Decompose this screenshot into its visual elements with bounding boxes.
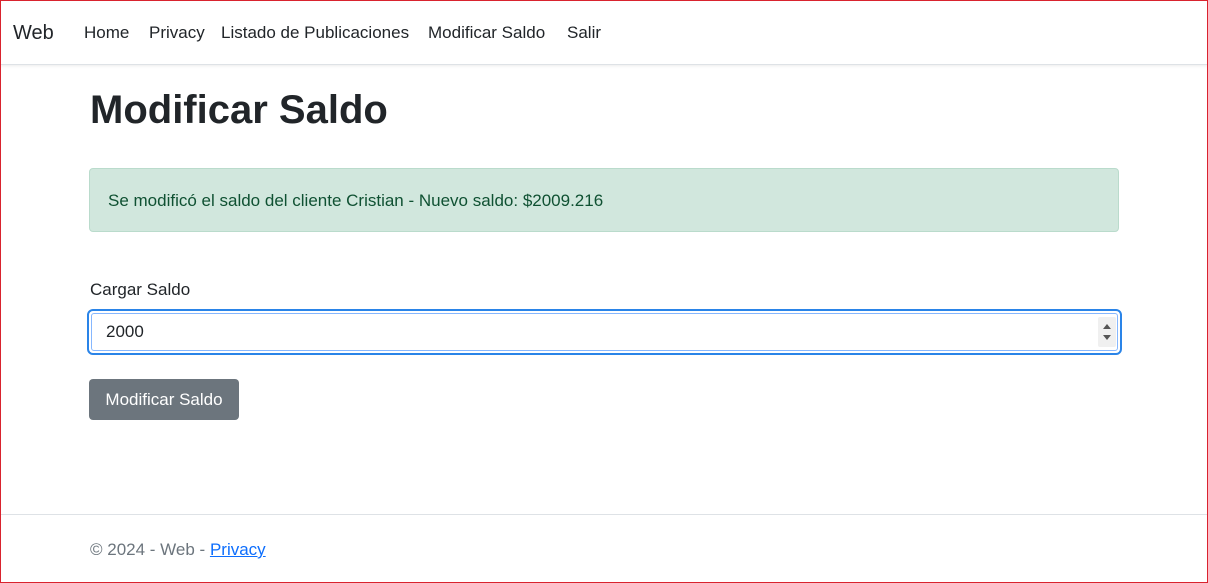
saldo-input[interactable] [91,313,1118,351]
footer-text: © 2024 - Web - Privacy [90,539,266,561]
nav-link-salir[interactable]: Salir [567,22,601,44]
saldo-input-focus-ring [87,309,1122,355]
top-navbar: Web Home Privacy Listado de Publicacione… [0,0,1208,65]
nav-link-modificar-saldo[interactable]: Modificar Saldo [428,22,545,44]
navbar-brand[interactable]: Web [13,20,54,46]
nav-link-home[interactable]: Home [84,22,129,44]
footer-privacy-link[interactable]: Privacy [210,540,266,559]
cargar-saldo-label: Cargar Saldo [90,280,191,299]
success-alert: Se modificó el saldo del cliente Cristia… [89,168,1119,232]
footer: © 2024 - Web - Privacy [0,514,1208,583]
number-spinner[interactable] [1098,317,1116,347]
nav-link-privacy[interactable]: Privacy [149,22,205,44]
spinner-down-icon[interactable] [1103,335,1111,340]
page-title: Modificar Saldo [90,88,388,132]
spinner-up-icon[interactable] [1103,324,1111,329]
footer-copyright: © 2024 - Web - [90,540,210,559]
nav-link-listado-publicaciones[interactable]: Listado de Publicaciones [221,22,409,44]
modificar-saldo-button[interactable]: Modificar Saldo [89,379,239,420]
